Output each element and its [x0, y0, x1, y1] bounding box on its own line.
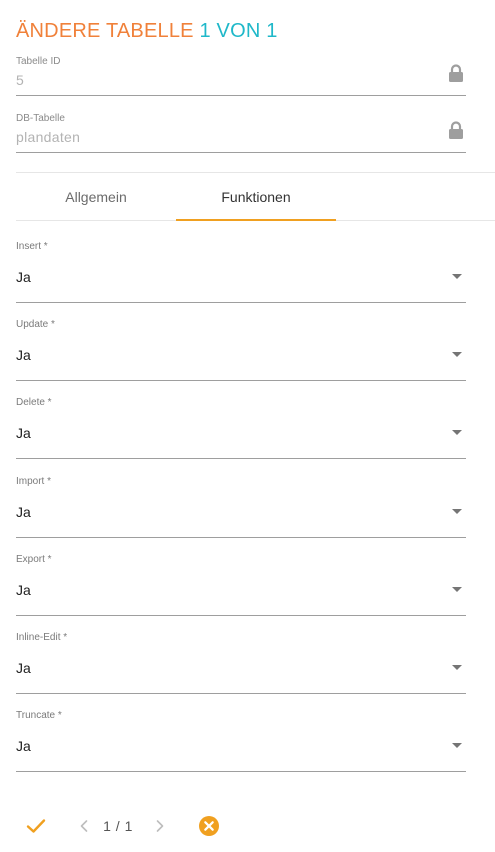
inline-edit-label: Inline-Edit *: [16, 632, 68, 643]
insert-select[interactable]: Insert * Ja: [16, 241, 466, 303]
previous-button[interactable]: [74, 808, 94, 844]
lock-icon: [449, 64, 463, 82]
dropdown-arrow-icon[interactable]: [452, 430, 462, 435]
tab-allgemein[interactable]: Allgemein: [16, 173, 176, 221]
delete-select[interactable]: Delete * Ja: [16, 397, 466, 459]
inline-edit-value: Ja: [16, 660, 31, 676]
table-id-field: Tabelle ID 5: [16, 56, 466, 96]
insert-label: Insert *: [16, 241, 48, 252]
page-title: ÄNDERE TABELLE 1 VON 1: [16, 20, 278, 43]
tab-funktionen[interactable]: Funktionen: [176, 173, 336, 221]
dropdown-arrow-icon[interactable]: [452, 274, 462, 279]
db-table-field: DB-Tabelle plandaten: [16, 113, 466, 153]
dropdown-arrow-icon[interactable]: [452, 352, 462, 357]
db-table-value: plandaten: [16, 129, 81, 145]
dropdown-arrow-icon[interactable]: [452, 587, 462, 592]
truncate-select[interactable]: Truncate * Ja: [16, 710, 466, 772]
chevron-right-icon: [156, 820, 164, 832]
update-label: Update *: [16, 319, 55, 330]
import-label: Import *: [16, 476, 52, 487]
check-icon: [26, 819, 46, 833]
table-id-value: 5: [16, 72, 25, 88]
update-select[interactable]: Update * Ja: [16, 319, 466, 381]
db-table-label: DB-Tabelle: [16, 113, 65, 124]
inline-edit-select[interactable]: Inline-Edit * Ja: [16, 632, 466, 694]
form-footer: 1 / 1: [0, 808, 495, 844]
page-title-main: ÄNDERE TABELLE: [16, 20, 194, 42]
cancel-button[interactable]: [196, 808, 222, 844]
pager-indicator: 1 / 1: [103, 818, 133, 834]
cancel-icon: [199, 816, 219, 836]
table-id-label: Tabelle ID: [16, 56, 61, 67]
delete-label: Delete *: [16, 397, 52, 408]
tab-bar: Allgemein Funktionen: [16, 173, 495, 221]
import-select[interactable]: Import * Ja: [16, 476, 466, 538]
chevron-left-icon: [80, 820, 88, 832]
truncate-label: Truncate *: [16, 710, 62, 721]
export-value: Ja: [16, 582, 31, 598]
dropdown-arrow-icon[interactable]: [452, 665, 462, 670]
export-select[interactable]: Export * Ja: [16, 554, 466, 616]
dropdown-arrow-icon[interactable]: [452, 509, 462, 514]
insert-value: Ja: [16, 269, 31, 285]
lock-icon: [449, 121, 463, 139]
export-label: Export *: [16, 554, 52, 565]
dropdown-arrow-icon[interactable]: [452, 743, 462, 748]
delete-value: Ja: [16, 425, 31, 441]
save-button[interactable]: [22, 808, 50, 844]
import-value: Ja: [16, 504, 31, 520]
update-value: Ja: [16, 347, 31, 363]
record-counter: 1 VON 1: [199, 20, 278, 42]
truncate-value: Ja: [16, 738, 31, 754]
next-button[interactable]: [150, 808, 170, 844]
